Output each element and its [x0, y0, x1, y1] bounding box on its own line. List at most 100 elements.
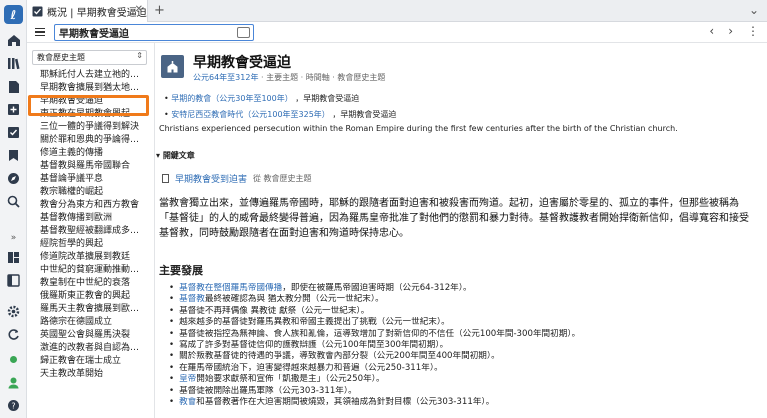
developments-heading: 主要發展 [159, 264, 203, 277]
development-item: 越來越多的基督徒對羅馬異教和帝國主義提出了挑戰（公元一世紀末）。 [169, 317, 759, 328]
article-icon [162, 174, 169, 183]
settings-icon[interactable] [6, 304, 21, 319]
home-icon[interactable] [6, 33, 21, 48]
development-text: 和基督教著作在大迫害期間被燒毀，其領袖成為針對目標（公元303-311年）。 [196, 397, 495, 408]
meta-tags: · 主要主題 · 時間軸 · 教會歷史主題 [258, 73, 386, 82]
development-text: 基督徒不再拜偶像 異教徒 獻祭（公元一世紀末）。 [179, 305, 370, 316]
topic-dropdown-label: 教會歷史主題 [37, 53, 85, 62]
development-link[interactable]: 皇帝 [179, 374, 196, 384]
article-source: 從 教會歷史主題 [253, 174, 312, 183]
development-item: 寫成了許多對基督徒信仰的護教辯護（公元100年間至300年間初期）。 [169, 340, 759, 351]
english-description: Christians experienced persecution withi… [159, 124, 678, 133]
highlight-box [28, 95, 149, 116]
search-input[interactable]: 早期教會受逼迫 [54, 24, 254, 41]
article-link[interactable]: 早期教會受到迫害 [175, 172, 247, 185]
sidebar-item[interactable]: 教皇制在中世紀的衰落 [27, 277, 154, 290]
nav-controls: ‹ › ⋮ [709, 24, 759, 38]
add-tab-icon[interactable]: + [154, 3, 165, 18]
app-window: ℓ » ? 概況 | 早期教會受逼迫 ✕ + ⌄ 早期教會受逼迫 ‹ › ⋮ 教… [0, 0, 767, 418]
sidebar-item[interactable]: 基督教傳播到歐洲 [27, 212, 154, 225]
toolbar: 早期教會受逼迫 ‹ › ⋮ [27, 22, 767, 43]
related-link-1[interactable]: 早期的教會（公元30年至100年） [171, 94, 292, 103]
search-nav-icon[interactable] [6, 194, 21, 209]
forward-icon[interactable]: › [728, 24, 733, 38]
sidebar-item[interactable]: 耶穌託付人去建立祂的… [27, 69, 154, 82]
sync-icon[interactable] [6, 327, 21, 342]
panel-icon[interactable] [6, 273, 21, 288]
expand-rail-icon[interactable]: » [6, 230, 21, 245]
development-link[interactable]: 基督教 [179, 294, 205, 304]
sidebar-item[interactable]: 早期教會擴展到猶太地… [27, 82, 154, 95]
back-icon[interactable]: ‹ [709, 24, 714, 38]
section-toggle[interactable]: ▾ 開鍵文章 [156, 150, 195, 161]
left-icon-rail: ℓ » ? [0, 0, 27, 418]
sidebar-item[interactable]: 俄羅斯東正教會的興起 [27, 290, 154, 303]
development-text: 最終被確認為與 猶太教分開（公元一世紀末）。 [204, 294, 384, 305]
checkbox-doc-icon [32, 6, 43, 16]
sidebar-item[interactable]: 基督論爭議平息 [27, 173, 154, 186]
sidebar-item[interactable]: 中世紀的貧窮運動推動… [27, 264, 154, 277]
related-rest-2: ，早期教會受逼迫 [329, 110, 397, 119]
church-icon [161, 55, 184, 78]
sidebar-item[interactable]: 路德宗在德國成立 [27, 316, 154, 329]
document-icon[interactable] [6, 79, 21, 94]
sidebar-item[interactable]: 基督教聖經被翻譯成多… [27, 225, 154, 238]
developments-list: 基督教在整個羅馬帝國傳播，即使在被羅馬帝國迫害時期（公元64-312年）。基督教… [169, 283, 759, 408]
sidebar-item[interactable]: 經院哲學的興起 [27, 238, 154, 251]
search-value: 早期教會受逼迫 [59, 29, 129, 40]
tab-title: 概況 | 早期教會受逼迫 [47, 7, 147, 19]
status-dot-icon [6, 352, 21, 367]
app-logo-icon[interactable]: ℓ [4, 5, 23, 24]
sidebar-item[interactable]: 教宗職權的崛起 [27, 186, 154, 199]
article-body: 當教會獨立出來，並傳遍羅馬帝國時，耶穌的跟隨者面對迫害和被殺害而殉道。起初，迫害… [159, 198, 749, 239]
chevron-updown-icon: ⇕ [136, 51, 143, 60]
caret-down-icon: ▾ [156, 151, 163, 160]
development-item: 關於叛教基督徒的待遇的爭議，導致教會內部分裂（公元200年間至400年間初期）。 [169, 351, 759, 362]
sidebar-item[interactable]: 修道院改革擴展到教廷 [27, 251, 154, 264]
related-period-1: • 早期的教會（公元30年至100年） ，早期教會受逼迫 [164, 93, 359, 104]
more-icon[interactable]: ⋮ [747, 24, 759, 38]
sidebar-item[interactable]: 羅馬天主教會擴展到歐… [27, 303, 154, 316]
related-rest-1: ，早期教會受逼迫 [292, 94, 360, 103]
library-icon[interactable] [6, 56, 21, 71]
topic-dropdown[interactable]: 教會歷史主題 ⇕ [32, 50, 147, 65]
development-text: 基督徒被開除出羅馬軍隊（公元303-311年）。 [179, 385, 357, 396]
bookmark-icon[interactable] [6, 148, 21, 163]
sidebar-item[interactable]: 激進的改教者與自認為… [27, 342, 154, 355]
note-add-icon[interactable] [6, 102, 21, 117]
related-link-2[interactable]: 安特尼西亞教會時代（公元100年至325年） [171, 110, 330, 119]
development-item: 基督徒被開除出羅馬軍隊（公元303-311年）。 [169, 386, 759, 397]
sidebar-item[interactable]: 關於罪和恩典的爭論得… [27, 134, 154, 147]
close-icon[interactable]: ✕ [135, 4, 143, 15]
help-icon[interactable]: ? [6, 398, 21, 413]
date-link[interactable]: 公元64年至312年 [193, 73, 258, 82]
menu-icon[interactable] [33, 25, 47, 39]
development-link[interactable]: 教會 [179, 397, 196, 407]
window-control-icon[interactable]: ⌄ [749, 3, 759, 17]
sidebar-item[interactable]: 三位一體的爭議得到解決 [27, 121, 154, 134]
sidebar-item[interactable]: 教會分為東方和西方教會 [27, 199, 154, 212]
tab-overview[interactable]: 概況 | 早期教會受逼迫 ✕ [27, 0, 148, 22]
development-item: 基督教在整個羅馬帝國傳播，即使在被羅馬帝國迫害時期（公元64-312年）。 [169, 283, 759, 294]
section-label: 開鍵文章 [162, 151, 195, 160]
development-text: 寫成了許多對基督徒信仰的護教辯護（公元100年間至300年間初期）。 [179, 340, 449, 351]
sidebar-item[interactable]: 英國聖公會與羅馬決裂 [27, 329, 154, 342]
development-item: 基督徒不再拜偶像 異教徒 獻祭（公元一世紀末）。 [169, 306, 759, 317]
keyboard-icon[interactable] [237, 27, 250, 38]
development-text: 在羅馬帝國統治下，迫害變得越來越暴力和普遍（公元250-311年）。 [179, 362, 443, 373]
sidebar-item[interactable]: 歸正教會在瑞士成立 [27, 355, 154, 368]
development-item: 基督教最終被確認為與 猶太教分開（公元一世紀末）。 [169, 294, 759, 305]
development-text: 開始要求獻祭和宣佈「凱撒是主」（公元250年）。 [196, 374, 385, 385]
checklist-icon[interactable] [6, 125, 21, 140]
tab-bar: 概況 | 早期教會受逼迫 ✕ + ⌄ [27, 0, 767, 22]
layout-icon[interactable] [6, 250, 21, 265]
compass-icon[interactable] [6, 171, 21, 186]
sidebar-item[interactable]: 天主教改革開始 [27, 368, 154, 381]
development-link[interactable]: 基督教在整個羅馬帝國傳播 [179, 283, 282, 293]
page-meta: 公元64年至312年 · 主要主題 · 時間軸 · 教會歷史主題 [193, 72, 385, 83]
development-item: 在羅馬帝國統治下，迫害變得越來越暴力和普遍（公元250-311年）。 [169, 363, 759, 374]
sidebar-item[interactable]: 修道主義的傳播 [27, 147, 154, 160]
account-icon[interactable] [6, 375, 21, 390]
development-item: 基督徒被指控為無神論、食人族和亂倫，這導致增加了對新信仰的不信任（公元100年間… [169, 329, 759, 340]
sidebar-item[interactable]: 基督教與羅馬帝國聯合 [27, 160, 154, 173]
